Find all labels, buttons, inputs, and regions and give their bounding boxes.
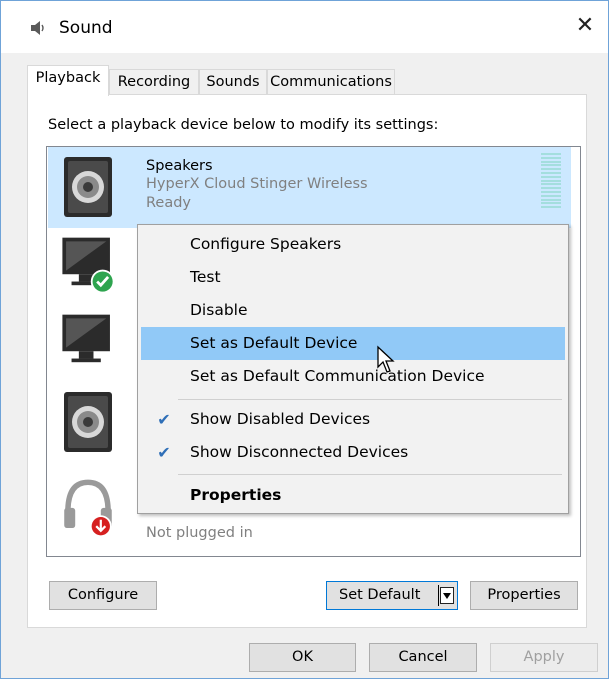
monitor-icon: [62, 314, 110, 363]
device-status: Ready: [146, 195, 192, 211]
speaker-icon: [64, 392, 112, 452]
set-default-split-button[interactable]: Set Default: [326, 581, 458, 610]
tab-recording[interactable]: Recording: [109, 69, 199, 95]
instruction-text: Select a playback device below to modify…: [48, 117, 439, 133]
dropdown-arrow-icon[interactable]: [440, 587, 454, 604]
context-menu: Configure Speakers Test Disable Set as D…: [137, 224, 569, 514]
volume-level-meter: [541, 153, 561, 213]
ok-button[interactable]: OK: [249, 643, 356, 672]
checkmark-icon: ✔: [157, 410, 171, 429]
device-row-speakers[interactable]: Speakers HyperX Cloud Stinger Wireless R…: [48, 147, 571, 228]
split-divider: [438, 585, 439, 606]
cancel-button[interactable]: Cancel: [369, 643, 477, 672]
menu-item-properties[interactable]: Properties: [141, 479, 565, 512]
monitor-default-icon: [62, 237, 115, 294]
device-status: Not plugged in: [146, 525, 253, 541]
menu-item-show-disabled-devices[interactable]: ✔ Show Disabled Devices: [141, 403, 565, 436]
tab-communications[interactable]: Communications: [267, 69, 395, 95]
properties-button[interactable]: Properties: [470, 581, 578, 610]
tab-sounds[interactable]: Sounds: [199, 69, 267, 95]
mouse-pointer-icon: [377, 345, 395, 373]
menu-separator: [178, 474, 562, 475]
menu-item-set-default-communication-device[interactable]: Set as Default Communication Device: [141, 360, 565, 393]
device-description: HyperX Cloud Stinger Wireless: [146, 176, 368, 192]
menu-separator: [178, 399, 562, 400]
device-name: Speakers: [146, 158, 213, 174]
close-button[interactable]: ✕: [570, 11, 600, 41]
speaker-icon: [64, 157, 112, 217]
configure-button[interactable]: Configure: [49, 581, 157, 610]
window-title: Sound: [59, 18, 113, 38]
menu-item-show-disconnected-devices[interactable]: ✔ Show Disconnected Devices: [141, 436, 565, 469]
title-bar[interactable]: Sound ✕: [1, 1, 608, 53]
checkmark-icon: ✔: [157, 443, 171, 462]
menu-item-disable[interactable]: Disable: [141, 294, 565, 327]
menu-item-set-default-device[interactable]: Set as Default Device: [141, 327, 565, 360]
apply-button[interactable]: Apply: [490, 643, 598, 672]
menu-item-test[interactable]: Test: [141, 261, 565, 294]
headphones-unplugged-icon: [64, 479, 112, 538]
tab-playback[interactable]: Playback: [27, 65, 109, 96]
speaker-icon: [31, 21, 44, 35]
close-icon: ✕: [575, 13, 595, 38]
menu-item-configure-speakers[interactable]: Configure Speakers: [141, 228, 565, 261]
set-default-button-label: Set Default: [339, 587, 421, 603]
